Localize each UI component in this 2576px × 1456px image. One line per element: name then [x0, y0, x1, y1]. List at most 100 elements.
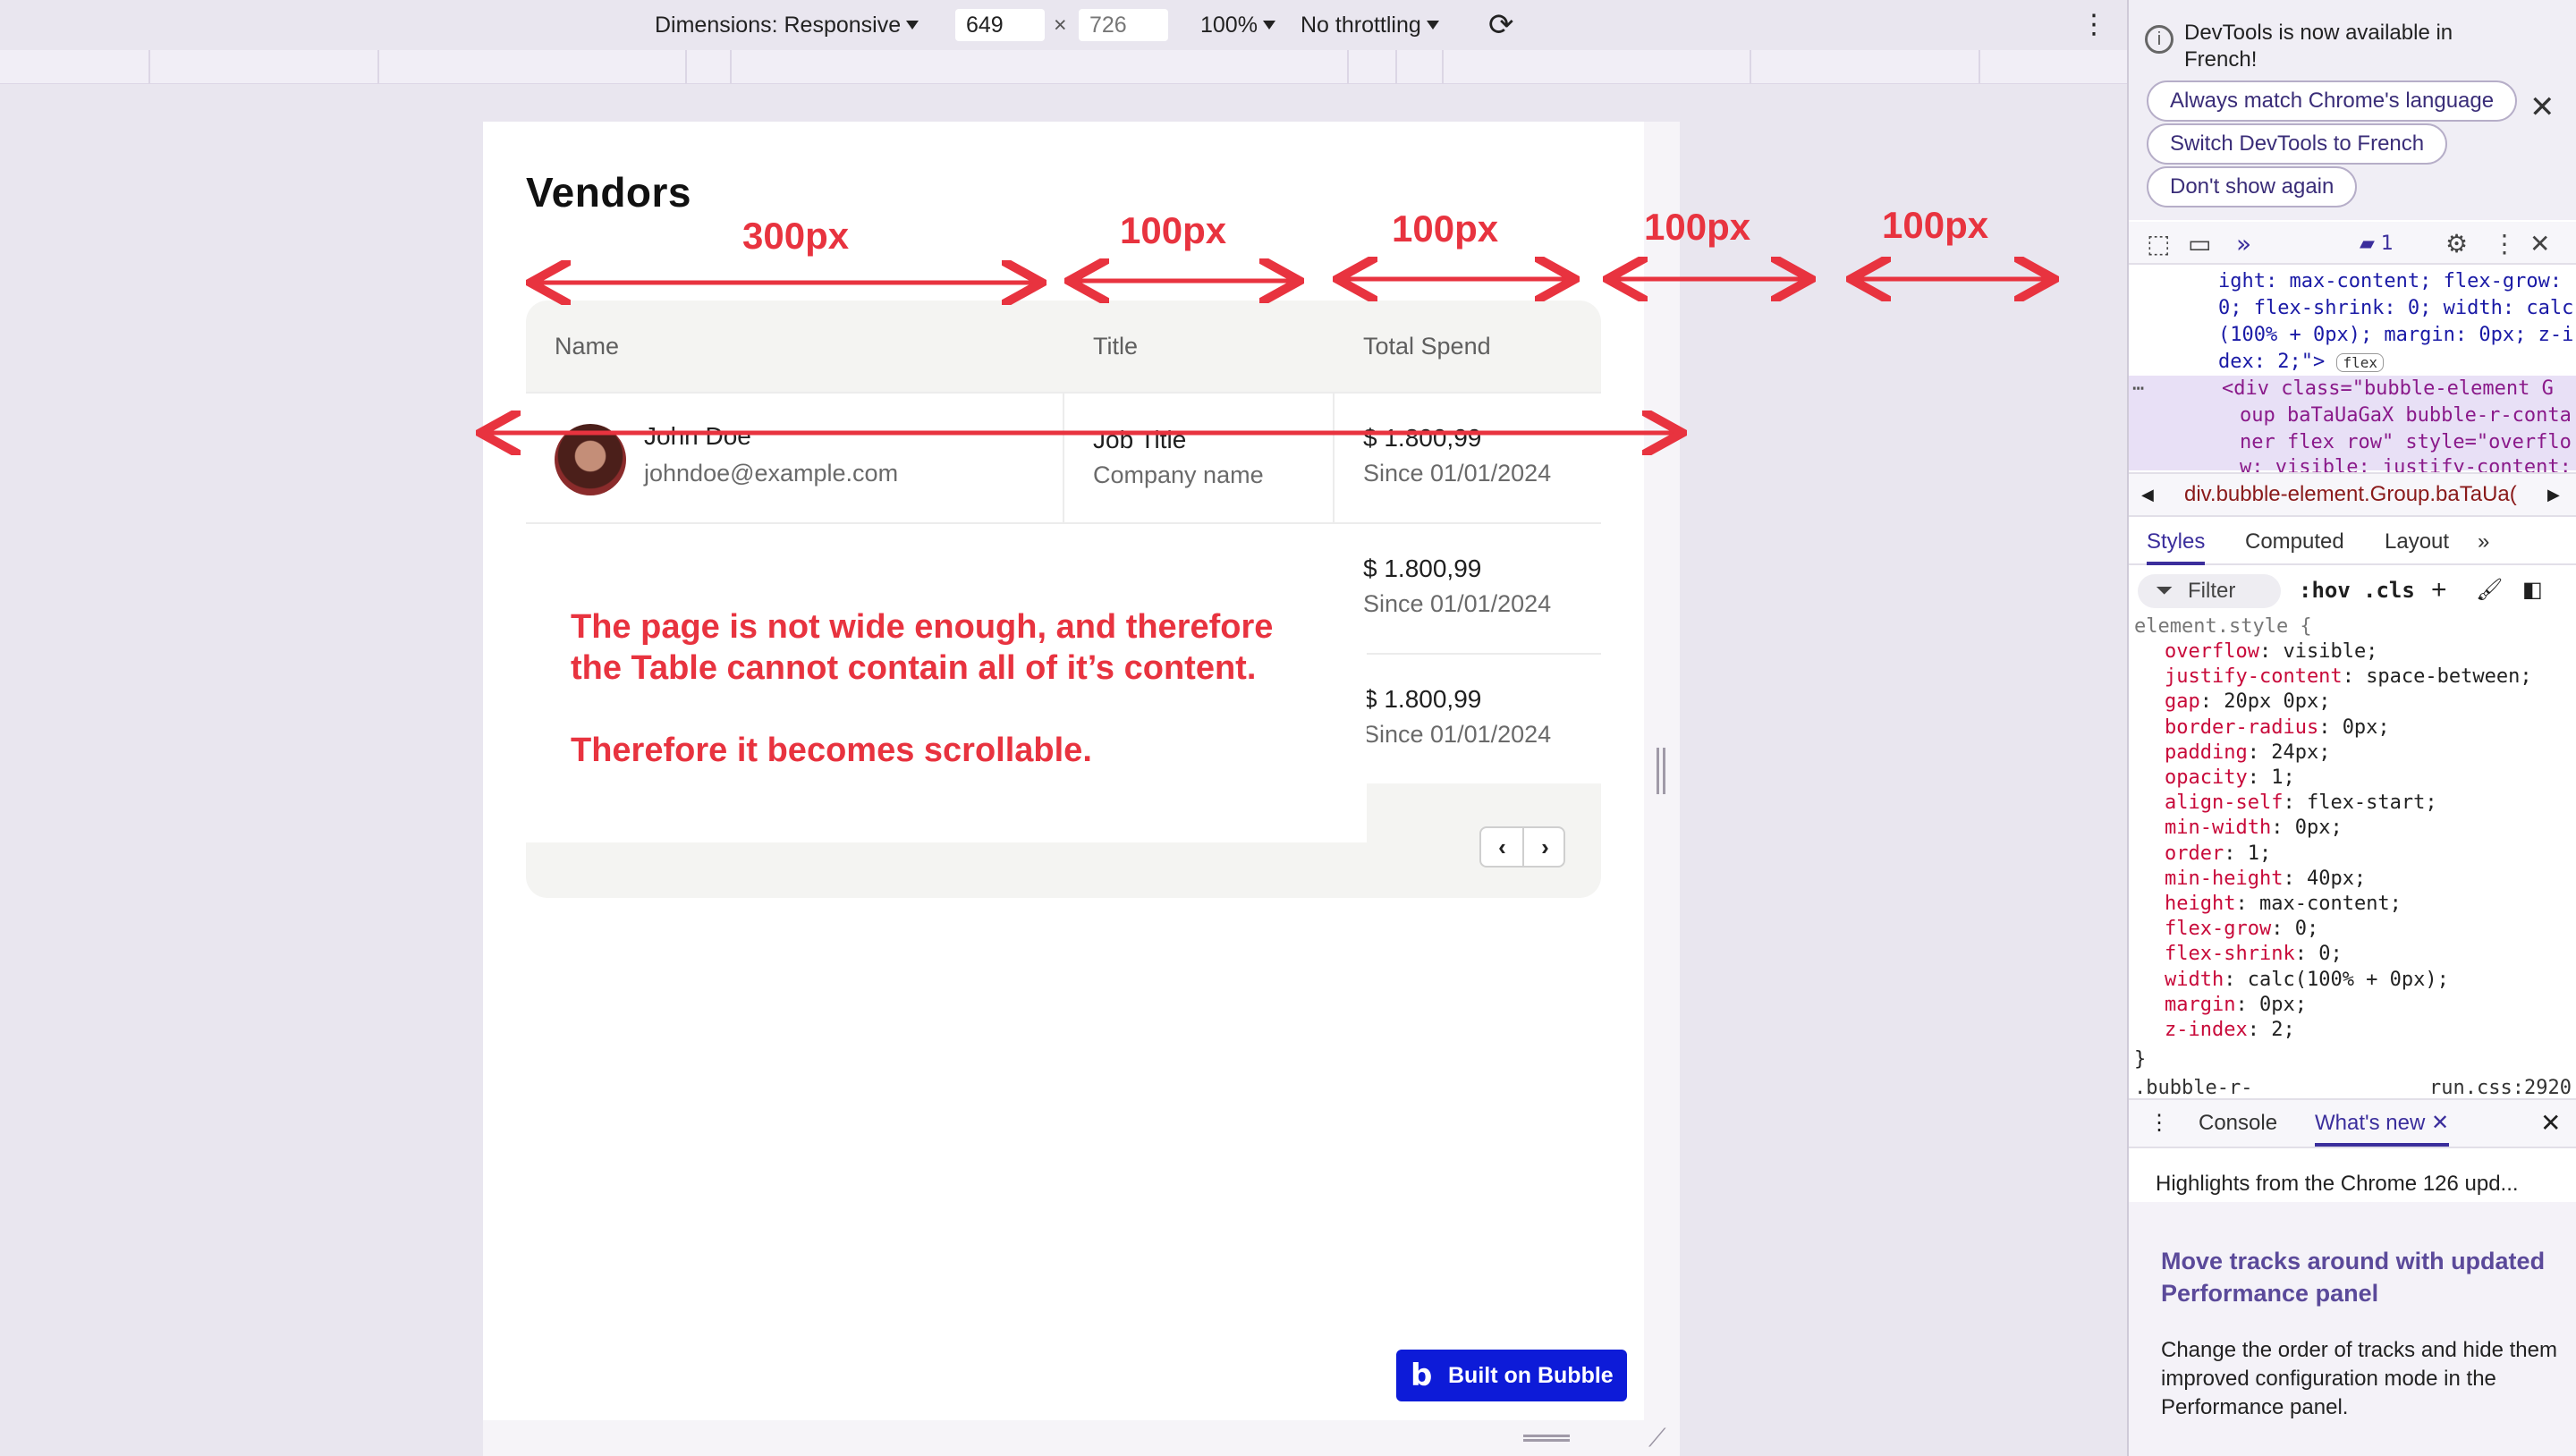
style-declaration[interactable]: justify-content: space-between; — [2165, 665, 2532, 688]
style-property-value[interactable]: space-between; — [2366, 665, 2531, 688]
style-property-value[interactable]: 0px; — [2259, 994, 2307, 1016]
style-property-name[interactable]: overflow — [2165, 640, 2259, 663]
style-property-value[interactable]: 20px 0px; — [2224, 690, 2330, 713]
elements-tree[interactable]: ight: max-content; flex-grow: 0; flex-sh… — [2129, 267, 2576, 478]
style-property-name[interactable]: width — [2165, 969, 2224, 991]
issues-icon[interactable]: ▰ 1 — [2360, 233, 2394, 255]
style-property-name[interactable]: flex-shrink — [2165, 943, 2295, 965]
style-property-name[interactable]: justify-content — [2165, 665, 2343, 688]
new-rule-icon[interactable]: + — [2431, 569, 2447, 612]
chevron-left-icon[interactable]: ◀ — [2141, 474, 2154, 515]
width-input[interactable]: 649 — [955, 9, 1045, 41]
cls-toggle[interactable]: .cls — [2363, 569, 2415, 612]
style-declaration[interactable]: min-width: 0px; — [2165, 817, 2343, 839]
close-icon[interactable]: ✕ — [2529, 89, 2555, 125]
table-row[interactable]: John Doe johndoe@example.com Job Title C… — [526, 392, 1601, 522]
style-property-name[interactable]: height — [2165, 893, 2235, 915]
style-declaration[interactable]: height: max-content; — [2165, 893, 2402, 915]
more-tabs-icon[interactable]: » — [2478, 519, 2489, 565]
style-property-name[interactable]: z-index — [2165, 1019, 2248, 1041]
switch-to-french-button[interactable]: Switch DevTools to French — [2147, 123, 2448, 165]
tab-layout[interactable]: Layout — [2385, 519, 2449, 565]
style-declaration[interactable]: flex-grow: 0; — [2165, 918, 2318, 940]
style-property-value[interactable]: 1; — [2271, 766, 2295, 789]
next-rule-source-link[interactable]: run.css:2920 — [2429, 1077, 2572, 1099]
close-devtools-icon[interactable]: ✕ — [2529, 229, 2550, 258]
more-tabs-icon[interactable]: » — [2236, 229, 2251, 258]
more-options-icon[interactable]: ⋮ — [2080, 0, 2107, 50]
always-match-language-button[interactable]: Always match Chrome's language — [2147, 80, 2518, 122]
breadcrumb-item[interactable]: div.bubble-element.Group.baTaUa( — [2184, 474, 2517, 515]
style-property-value[interactable]: calc(100% + 0px); — [2248, 969, 2449, 991]
dont-show-again-button[interactable]: Don't show again — [2147, 166, 2358, 207]
style-declaration[interactable]: min-height: 40px; — [2165, 868, 2366, 890]
style-property-name[interactable]: min-height — [2165, 868, 2283, 890]
style-declaration[interactable]: order: 1; — [2165, 842, 2271, 865]
side-resize-handle[interactable] — [1657, 748, 1665, 794]
style-property-value[interactable]: 0px; — [2295, 817, 2343, 839]
style-property-name[interactable]: flex-grow — [2165, 918, 2271, 940]
style-declaration[interactable]: gap: 20px 0px; — [2165, 690, 2330, 713]
style-property-value[interactable]: 40px; — [2307, 868, 2366, 890]
dom-line: <div class="bubble-element G — [2222, 377, 2554, 400]
device-toggle-icon[interactable]: ▭ — [2188, 229, 2211, 258]
style-property-value[interactable]: 0; — [2295, 918, 2319, 940]
tab-whats-new[interactable]: What's new ✕ — [2315, 1100, 2450, 1147]
filter-input[interactable]: ⏷ Filter — [2138, 574, 2281, 608]
close-drawer-icon[interactable]: ✕ — [2540, 1100, 2561, 1147]
throttling-dropdown[interactable]: No throttling — [1301, 0, 1439, 50]
style-property-value[interactable]: 2; — [2271, 1019, 2295, 1041]
styles-pane[interactable]: element.style { overflow: visible; justif… — [2129, 615, 2576, 1099]
style-property-name[interactable]: align-self — [2165, 791, 2283, 814]
style-declaration[interactable]: flex-shrink: 0; — [2165, 943, 2343, 965]
more-options-icon[interactable]: ⋮ — [2492, 229, 2517, 258]
style-declaration[interactable]: z-index: 2; — [2165, 1019, 2295, 1041]
chevron-left-icon[interactable]: ‹ — [1481, 828, 1523, 866]
more-options-icon[interactable]: ⋮ — [2148, 1100, 2170, 1147]
settings-gear-icon[interactable]: ⚙ — [2445, 229, 2468, 258]
style-property-name[interactable]: min-width — [2165, 817, 2271, 839]
tab-console[interactable]: Console — [2199, 1100, 2277, 1147]
style-property-value[interactable]: 1; — [2248, 842, 2272, 865]
style-property-value[interactable]: 0px; — [2343, 716, 2390, 739]
style-declaration[interactable]: align-self: flex-start; — [2165, 791, 2437, 814]
bottom-resize-handle[interactable] — [1523, 1435, 1570, 1442]
zoom-dropdown[interactable]: 100% — [1200, 0, 1275, 50]
style-property-name[interactable]: padding — [2165, 741, 2248, 764]
style-property-name[interactable]: opacity — [2165, 766, 2248, 789]
height-input[interactable]: 726 — [1079, 9, 1168, 41]
style-declaration[interactable]: border-radius: 0px; — [2165, 716, 2390, 739]
inspect-element-icon[interactable]: ⬚ — [2147, 229, 2170, 258]
corner-resize-handle[interactable]: ⟋ — [1648, 1424, 1666, 1453]
style-property-name[interactable]: margin — [2165, 994, 2235, 1016]
style-property-name[interactable]: order — [2165, 842, 2224, 865]
style-declaration[interactable]: width: calc(100% + 0px); — [2165, 969, 2449, 991]
vendors-table[interactable]: Name Title Total Spend John Doe johndoe@… — [526, 301, 1601, 898]
style-property-value[interactable]: flex-start; — [2307, 791, 2437, 814]
style-property-value[interactable]: 0; — [2318, 943, 2343, 965]
style-property-value[interactable]: max-content; — [2259, 893, 2402, 915]
media-query-ruler[interactable] — [0, 50, 2127, 84]
tab-computed[interactable]: Computed — [2245, 519, 2344, 565]
style-property-name[interactable]: gap — [2165, 690, 2200, 713]
hov-toggle[interactable]: :hov — [2299, 569, 2351, 612]
chevron-right-icon[interactable]: ▶ — [2547, 474, 2560, 515]
style-declaration[interactable]: overflow: visible; — [2165, 640, 2377, 663]
whats-new-title[interactable]: Move tracks around with updated Performa… — [2161, 1245, 2576, 1309]
paint-brush-icon[interactable]: 🖌 — [2476, 569, 2503, 612]
chevron-right-icon[interactable]: › — [1524, 828, 1566, 866]
dom-breadcrumb[interactable]: ◀ div.bubble-element.Group.baTaUa( ▶ — [2129, 472, 2576, 517]
tab-styles[interactable]: Styles — [2147, 519, 2206, 565]
style-declaration[interactable]: padding: 24px; — [2165, 741, 2330, 764]
built-on-bubble-badge[interactable]: b Built on Bubble — [1396, 1350, 1627, 1401]
style-property-value[interactable]: visible; — [2283, 640, 2377, 663]
style-property-name[interactable]: border-radius — [2165, 716, 2318, 739]
rotate-icon[interactable]: ⟳ — [1488, 0, 1514, 50]
style-declaration[interactable]: margin: 0px; — [2165, 994, 2307, 1016]
style-property-value[interactable]: 24px; — [2271, 741, 2330, 764]
sidebar-toggle-icon[interactable]: ◧ — [2522, 569, 2543, 612]
style-declaration[interactable]: opacity: 1; — [2165, 766, 2295, 789]
dimensions-dropdown[interactable]: Dimensions: Responsive — [655, 0, 919, 50]
flex-badge[interactable]: flex — [2336, 353, 2384, 372]
ellipsis-icon[interactable]: ⋯ — [2132, 377, 2144, 400]
